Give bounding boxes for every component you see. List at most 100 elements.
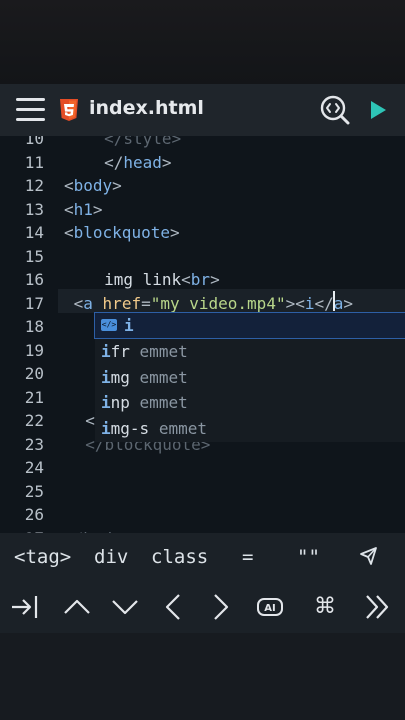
code-text: <blockquote> bbox=[64, 221, 180, 244]
code-text: </head> bbox=[104, 151, 171, 174]
autocomplete-label: mg-s bbox=[110, 419, 150, 439]
bottom-area bbox=[0, 633, 405, 720]
code-text: </style> bbox=[104, 136, 181, 150]
send-icon[interactable] bbox=[358, 545, 380, 567]
command-icon[interactable]: ⌘ bbox=[311, 593, 339, 621]
code-line[interactable]: 16 img link<br> bbox=[0, 268, 405, 291]
code-token: < bbox=[64, 176, 74, 195]
chevrons-right-icon[interactable] bbox=[364, 593, 392, 621]
arrow-right-icon[interactable] bbox=[207, 593, 235, 621]
code-token: > bbox=[92, 199, 103, 219]
line-number: 17 bbox=[24, 293, 44, 313]
run-icon[interactable] bbox=[369, 100, 387, 120]
code-text: <body> bbox=[64, 174, 122, 197]
autocomplete-match: i bbox=[124, 316, 134, 335]
code-line[interactable]: 10 </style> bbox=[0, 136, 405, 150]
autocomplete-match: i bbox=[101, 367, 111, 387]
code-line[interactable]: 26 bbox=[0, 503, 405, 526]
symbol-key-tag[interactable]: <tag> bbox=[14, 543, 71, 571]
autocomplete-label: mg bbox=[110, 367, 130, 387]
code-line[interactable]: 15 bbox=[0, 245, 405, 268]
code-token: "my video.mp4" bbox=[150, 293, 286, 313]
autocomplete-match: i bbox=[101, 341, 111, 361]
line-number: 11 bbox=[24, 152, 44, 172]
code-line[interactable]: 11 </head> bbox=[0, 151, 405, 174]
ai-icon[interactable]: AI bbox=[256, 593, 284, 621]
menu-icon[interactable] bbox=[16, 97, 45, 123]
autocomplete-item[interactable]: i mg-s emmet bbox=[95, 416, 405, 441]
code-token: br bbox=[190, 270, 211, 289]
line-number: 24 bbox=[24, 458, 44, 477]
autocomplete-type: emmet bbox=[139, 393, 188, 413]
code-line[interactable]: 17 <a href="my video.mp4"><i</a> bbox=[0, 292, 405, 315]
preview-icon[interactable] bbox=[320, 95, 350, 125]
line-number: 26 bbox=[24, 505, 44, 524]
code-token: blockquote bbox=[73, 223, 170, 242]
symbol-key-class[interactable]: class bbox=[151, 543, 208, 571]
code-token: = bbox=[141, 293, 151, 313]
code-line[interactable]: 24 bbox=[0, 456, 405, 479]
line-number: 20 bbox=[24, 364, 44, 383]
autocomplete-match: i bbox=[101, 393, 111, 413]
autocomplete-popup: </> i i fr emmet i mg emmet i np emmet i mg-s emmet bbox=[94, 312, 405, 442]
autocomplete-type: emmet bbox=[139, 367, 188, 387]
line-number: 25 bbox=[24, 481, 44, 501]
status-area bbox=[0, 0, 405, 84]
ai-label: AI bbox=[264, 603, 275, 614]
line-number: 15 bbox=[24, 246, 44, 266]
autocomplete-label: np bbox=[110, 393, 130, 413]
code-token: < bbox=[64, 223, 74, 242]
line-number: 16 bbox=[24, 270, 44, 289]
line-number: 22 bbox=[24, 411, 44, 430]
line-number: 23 bbox=[24, 434, 44, 454]
autocomplete-label: fr bbox=[110, 341, 130, 361]
line-number: 18 bbox=[24, 317, 44, 336]
symbol-key-quotes[interactable]: "" bbox=[297, 543, 320, 571]
autocomplete-match: i bbox=[101, 419, 111, 439]
code-token: head bbox=[123, 152, 162, 172]
code-text: img link<br> bbox=[104, 268, 220, 291]
code-line[interactable]: 14 <blockquote> bbox=[0, 221, 405, 244]
code-token: < bbox=[64, 199, 74, 219]
code-token: < bbox=[85, 411, 95, 430]
code-line[interactable]: 25 bbox=[0, 480, 405, 503]
code-token: body bbox=[73, 176, 113, 195]
autocomplete-item[interactable]: </> i bbox=[94, 312, 405, 339]
arrow-up-icon[interactable] bbox=[63, 593, 91, 621]
tab-icon[interactable] bbox=[10, 593, 38, 621]
file-title: index.html bbox=[89, 97, 204, 119]
code-line[interactable]: 13 <h1> bbox=[0, 198, 405, 221]
code-line[interactable]: 12 <body> bbox=[0, 174, 405, 197]
html5-icon bbox=[60, 99, 78, 121]
autocomplete-type: emmet bbox=[139, 341, 188, 361]
arrow-left-icon[interactable] bbox=[159, 593, 187, 621]
autocomplete-item[interactable]: i fr emmet bbox=[95, 339, 405, 364]
code-token: < bbox=[181, 270, 191, 289]
line-number: 21 bbox=[24, 387, 44, 407]
code-token: img link bbox=[104, 270, 182, 289]
code-token: > bbox=[343, 293, 354, 313]
arrow-down-icon[interactable] bbox=[111, 593, 139, 621]
line-number: 19 bbox=[24, 340, 44, 360]
symbol-key-div[interactable]: div bbox=[94, 543, 128, 571]
code-token: > bbox=[210, 270, 220, 289]
code-token: </ bbox=[314, 293, 334, 313]
autocomplete-item[interactable]: i np emmet bbox=[95, 390, 405, 415]
app-header: index.html bbox=[0, 84, 405, 136]
code-token: a bbox=[333, 293, 344, 313]
code-token: > bbox=[169, 223, 180, 242]
line-number: 14 bbox=[24, 223, 44, 242]
code-token: a bbox=[83, 293, 93, 313]
autocomplete-item[interactable]: i mg emmet bbox=[95, 365, 405, 390]
tag-kind-icon: </> bbox=[101, 319, 117, 331]
code-text: <h1> bbox=[64, 198, 103, 221]
symbol-key-equals[interactable]: = bbox=[242, 543, 253, 571]
line-number: 10 bbox=[24, 136, 44, 148]
code-token: h1 bbox=[73, 199, 93, 219]
code-token: > bbox=[112, 176, 122, 195]
symbol-bar: <tag> div class = "" bbox=[0, 533, 405, 581]
code-token: >< bbox=[285, 293, 305, 313]
code-text: <a href="my video.mp4"><i</a> bbox=[74, 292, 353, 315]
code-text: < bbox=[85, 409, 95, 432]
